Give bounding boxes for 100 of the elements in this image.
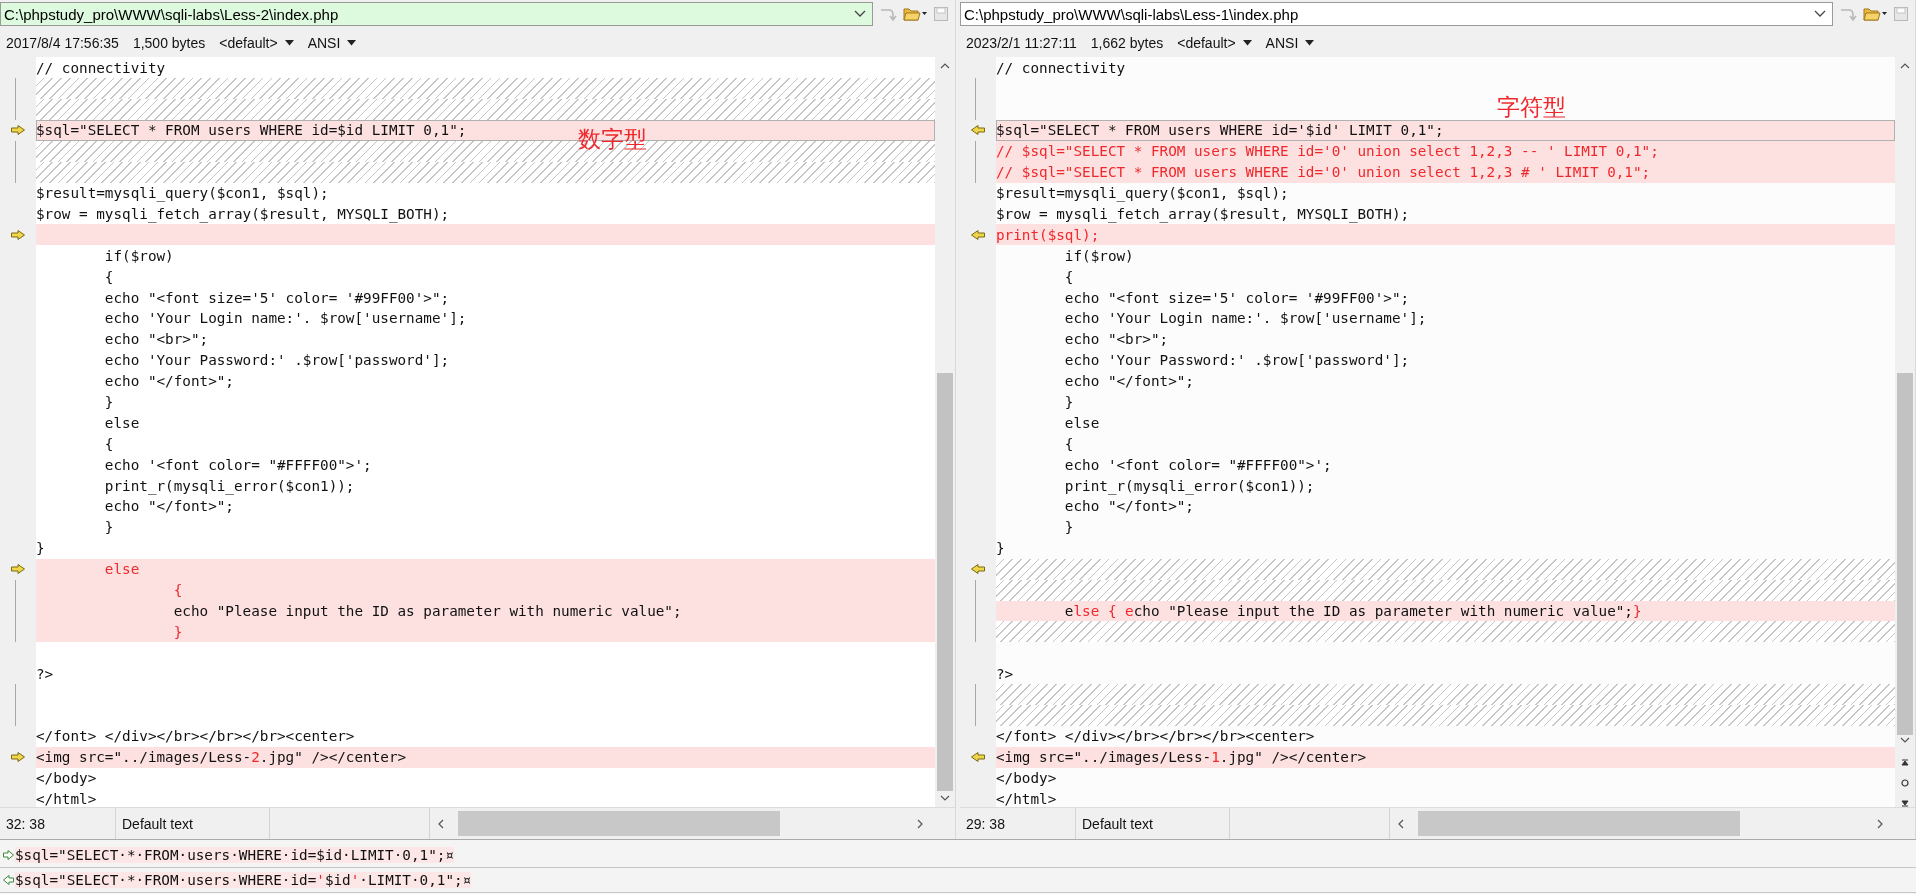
code-text: echo "<font size='5' color= '#99FF00'>"; xyxy=(103,289,450,306)
code-text: $row = mysqli_fetch_array($result, MYSQLI_BOTH); xyxy=(36,206,450,222)
code-text: $row = mysqli_fetch_array($result, MYSQLI_BOTH); xyxy=(996,206,1410,222)
code-text: echo "<br>"; xyxy=(1063,331,1169,348)
code-text: echo "</font>"; xyxy=(1063,498,1194,515)
scroll-right-icon[interactable] xyxy=(917,818,923,829)
code-text: else xyxy=(103,414,140,431)
diff-detail-text: $sql="SELECT·*·FROM·users·WHERE·id='$id'·LIMIT·0,1";¤ xyxy=(15,872,472,888)
code-text: </html> xyxy=(996,790,1057,807)
code-text: print_r(mysqli_error($con1)); xyxy=(103,477,355,494)
code-text: } xyxy=(1063,519,1074,536)
code-text: <img src="../images/Less-2.jpg" /></center> xyxy=(36,749,407,766)
code-text: echo "<font size='5' color= '#99FF00'>"; xyxy=(1063,289,1410,306)
left-arrow-icon[interactable] xyxy=(971,125,985,136)
code-text: // $sql="SELECT * FROM users WHERE id='0' union select 1,2,3 -- ' LIMIT 0,1"; xyxy=(996,143,1659,160)
scroll-left-icon[interactable] xyxy=(1398,818,1404,829)
code-text: <img src="../images/Less-1.jpg" /></center> xyxy=(996,749,1367,766)
code-text: $result=mysqli_query($con1, $sql); xyxy=(996,185,1289,202)
code-text: if($row) xyxy=(103,247,174,264)
scroll-thumb[interactable] xyxy=(1418,811,1740,836)
code-text: ?> xyxy=(996,665,1014,682)
code-text: </body> xyxy=(36,770,97,787)
encoding-profile-dropdown[interactable]: <default> xyxy=(219,35,294,51)
annotation-label: 字符型 xyxy=(1497,93,1566,123)
file-size: 1,500 bytes xyxy=(132,35,206,51)
code-text: { xyxy=(172,582,183,599)
file-date: 2023/2/1 11:27:11 xyxy=(966,35,1077,51)
scroll-up-icon[interactable] xyxy=(1900,63,1910,70)
scroll-thumb[interactable] xyxy=(937,373,953,792)
code-text: echo "<br>"; xyxy=(103,331,209,348)
code-text: else xyxy=(103,561,140,578)
left-arrow-icon[interactable] xyxy=(971,564,985,575)
caret-icon xyxy=(1242,40,1252,46)
code-text: $result=mysqli_query($con1, $sql); xyxy=(36,185,329,202)
left-arrow-icon xyxy=(3,875,14,885)
charset-dropdown[interactable]: ANSI xyxy=(307,35,357,51)
code-text: echo 'Your Login name:'. $row['username']; xyxy=(103,310,467,327)
code-text: { xyxy=(103,435,114,452)
left-arrow-icon[interactable] xyxy=(971,229,985,240)
caret-icon xyxy=(1305,40,1315,46)
right-arrow-icon[interactable] xyxy=(11,564,25,575)
current-diff-icon[interactable] xyxy=(1901,779,1909,788)
file-path-field[interactable]: C:\phpstudy_pro\WWW\sqli-labs\Less-1\index.php xyxy=(960,2,1833,27)
next-diff-icon[interactable] xyxy=(1901,799,1909,808)
file-path-field[interactable]: C:\phpstudy_pro\WWW\sqli-labs\Less-2\index.php xyxy=(0,2,873,27)
dropdown-chevron-icon[interactable] xyxy=(854,10,866,19)
right-arrow-icon[interactable] xyxy=(11,229,25,240)
scroll-thumb[interactable] xyxy=(1897,373,1913,736)
code-text: echo "</font>"; xyxy=(1063,373,1194,390)
code-editor[interactable] xyxy=(960,57,1895,808)
code-text: { xyxy=(103,268,114,285)
file-size: 1,662 bytes xyxy=(1090,35,1164,51)
file-date: 2017/8/4 17:56:35 xyxy=(6,35,119,51)
code-text: </font> </div></br></br></br><center> xyxy=(996,728,1315,745)
code-text: if($row) xyxy=(1063,247,1134,264)
scroll-down-icon[interactable] xyxy=(940,795,950,802)
caret-icon xyxy=(284,40,294,46)
folder-icon[interactable] xyxy=(903,6,927,23)
code-text: echo '<font color= "#FFFF00">'; xyxy=(1063,456,1332,473)
code-text: echo "</font>"; xyxy=(103,373,234,390)
code-text: { xyxy=(1063,268,1074,285)
right-arrow-icon[interactable] xyxy=(11,752,25,763)
caret-icon xyxy=(347,40,357,46)
code-text: $sql="SELECT * FROM users WHERE id='$id' LIMIT 0,1"; xyxy=(996,122,1444,139)
code-text: print($sql); xyxy=(996,226,1100,243)
dropdown-chevron-icon[interactable] xyxy=(1814,10,1826,19)
left-arrow-icon[interactable] xyxy=(971,752,985,763)
diff-detail-text: $sql="SELECT·*·FROM·users·WHERE·id=$id·LIMIT·0,1";¤ xyxy=(15,847,454,863)
code-text: // $sql="SELECT * FROM users WHERE id='0' union select 1,2,3 # ' LIMIT 0,1"; xyxy=(996,164,1651,181)
code-text: // connectivity xyxy=(36,59,166,76)
annotation-label: 数字型 xyxy=(578,125,647,155)
code-text: echo 'Your Password:' .$row['password']; xyxy=(103,352,450,369)
code-text: echo "Please input the ID as parameter with numeric value"; xyxy=(172,602,682,619)
right-arrow-icon xyxy=(3,850,14,860)
code-text: echo "</font>"; xyxy=(103,498,234,515)
code-text: } xyxy=(996,540,1005,557)
code-text: else { echo "Please input the ID as parameter with numeric value";} xyxy=(1063,602,1642,619)
code-text: </body> xyxy=(996,770,1057,787)
code-text: echo 'Your Password:' .$row['password']; xyxy=(1063,352,1410,369)
code-text: { xyxy=(1063,435,1074,452)
code-text: ?> xyxy=(36,665,54,682)
scroll-thumb[interactable] xyxy=(458,811,780,836)
code-text: } xyxy=(103,519,114,536)
scroll-up-icon[interactable] xyxy=(940,63,950,70)
code-text: // connectivity xyxy=(996,59,1126,76)
previous-diff-icon[interactable] xyxy=(1901,759,1909,768)
code-text: $sql="SELECT * FROM users WHERE id=$id LIMIT 0,1"; xyxy=(36,122,467,139)
code-text: print_r(mysqli_error($con1)); xyxy=(1063,477,1315,494)
code-text: echo 'Your Login name:'. $row['username']; xyxy=(1063,310,1427,327)
right-arrow-icon[interactable] xyxy=(11,125,25,136)
code-text: echo '<font color= "#FFFF00">'; xyxy=(103,456,372,473)
scroll-left-icon[interactable] xyxy=(438,818,444,829)
charset-dropdown[interactable]: ANSI xyxy=(1265,35,1315,51)
scroll-right-icon[interactable] xyxy=(1877,818,1883,829)
encoding-profile-dropdown[interactable]: <default> xyxy=(1177,35,1252,51)
folder-icon[interactable] xyxy=(1863,6,1887,23)
code-text: } xyxy=(36,540,45,557)
code-text: } xyxy=(172,623,183,640)
code-text: else xyxy=(1063,414,1100,431)
scroll-down-icon[interactable] xyxy=(1900,737,1910,744)
